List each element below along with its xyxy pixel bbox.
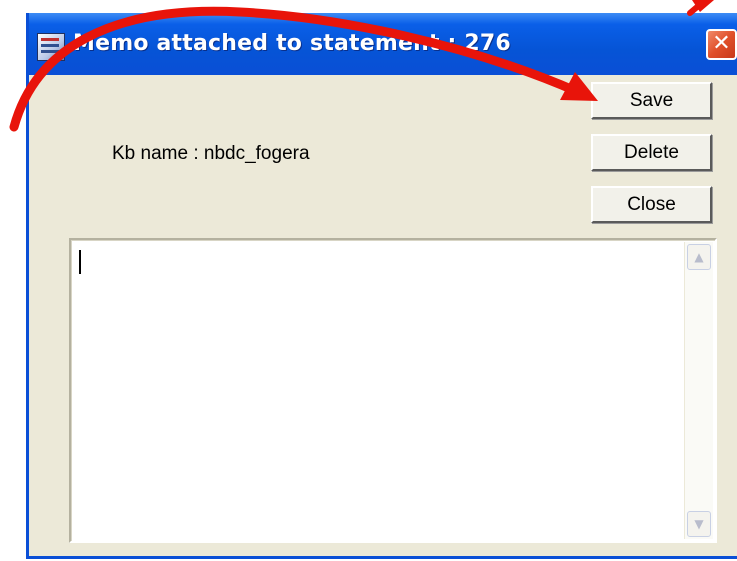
annotation-arrowhead-top-right: [692, 0, 714, 12]
close-icon: ✕: [712, 31, 731, 56]
scroll-down-icon[interactable]: ▼: [687, 511, 711, 537]
text-cursor: [79, 250, 81, 274]
title-bar[interactable]: Memo attached to statement : 276 ✕: [29, 13, 737, 75]
window-title: Memo attached to statement : 276: [73, 31, 511, 56]
vertical-scrollbar[interactable]: ▲ ▼: [684, 242, 713, 539]
save-button[interactable]: Save: [591, 82, 712, 119]
annotation-arrow-top-right: [687, 0, 706, 16]
close-button[interactable]: Close: [591, 186, 712, 223]
scroll-up-icon[interactable]: ▲: [687, 244, 711, 270]
memo-textarea[interactable]: ▲ ▼: [69, 238, 717, 543]
close-window-button[interactable]: ✕: [706, 29, 737, 60]
delete-button[interactable]: Delete: [591, 134, 712, 171]
memo-dialog: Memo attached to statement : 276 ✕ Kb na…: [26, 13, 737, 559]
app-icon: [37, 33, 65, 61]
kb-name-label: Kb name : nbdc_fogera: [112, 143, 310, 164]
